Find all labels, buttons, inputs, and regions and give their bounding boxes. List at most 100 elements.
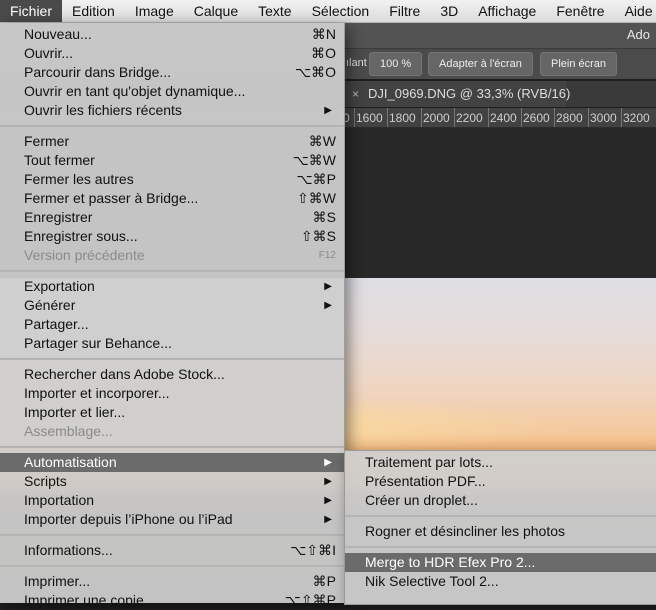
menu-item-label: Importer et lier... <box>24 404 126 420</box>
menu-item-importer-depuis-l-iphone-ou-l-ipad[interactable]: Importer depuis l’iPhone ou l’iPad ▶ <box>0 510 344 529</box>
menu-item-shortcut: ⌘N <box>311 26 336 42</box>
menu-item-partager-sur-behance[interactable]: Partager sur Behance... <box>0 334 344 353</box>
menu-item-fermer-les-autres[interactable]: Fermer les autres ⌥⌘P <box>0 170 344 189</box>
menu-item-label: Rogner et désincliner les photos <box>365 523 566 539</box>
menu-item-imprimer[interactable]: Imprimer... ⌘P <box>0 572 344 591</box>
menu-item-importer-et-lier[interactable]: Importer et lier... <box>0 403 344 422</box>
menu-item-label: Parcourir dans Bridge... <box>24 64 172 80</box>
menu-item-scripts[interactable]: Scripts ▶ <box>0 472 344 491</box>
document-tab-title: DJI_0969.DNG @ 33,3% (RVB/16) <box>368 86 571 101</box>
ruler-tick-line <box>421 108 422 127</box>
menubar-item-1[interactable]: Edition <box>62 0 125 22</box>
menu-item-informations[interactable]: Informations... ⌥⇧⌘I <box>0 541 344 560</box>
menu-item-g-n-rer[interactable]: Générer ▶ <box>0 296 344 315</box>
menu-separator <box>345 515 656 517</box>
menu-item-version-pr-c-dente: Version précédente F12 <box>0 246 344 265</box>
menubar-item-5[interactable]: Sélection <box>302 0 380 22</box>
menu-separator <box>0 125 344 127</box>
file-menu: Nouveau... ⌘N Ouvrir... ⌘O Parcourir dans Br… <box>0 23 345 608</box>
menu-item-partager[interactable]: Partager... <box>0 315 344 334</box>
submenu-item-cr-er-un-droplet[interactable]: Créer un droplet... <box>345 491 656 510</box>
menu-item-label: Automatisation <box>24 454 117 470</box>
menu-item-fermer[interactable]: Fermer ⌘W <box>0 132 344 151</box>
menu-item-label: Fermer <box>24 133 70 149</box>
menu-item-fermer-et-passer-bridge[interactable]: Fermer et passer à Bridge... ⇧⌘W <box>0 189 344 208</box>
menu-item-enregistrer[interactable]: Enregistrer ⌘S <box>0 208 344 227</box>
menu-item-label: Imprimer... <box>24 573 91 589</box>
menu-item-shortcut: ⌘P <box>312 573 336 589</box>
menu-separator <box>345 546 656 548</box>
menubar-item-3[interactable]: Calque <box>184 0 248 22</box>
submenu-arrow-icon: ▶ <box>324 105 332 116</box>
menu-item-label: Scripts <box>24 473 67 489</box>
submenu-arrow-icon: ▶ <box>324 514 332 525</box>
menu-separator <box>0 534 344 536</box>
submenu-item-merge-to-hdr-efex-pro-2[interactable]: Merge to HDR Efex Pro 2... <box>345 553 656 572</box>
zoom-field[interactable]: 100 % <box>369 52 423 76</box>
ruler-tick-label: 3000 <box>590 111 617 125</box>
menu-item-label: Partager... <box>24 316 89 332</box>
menu-item-shortcut: ⌥⇧⌘I <box>290 542 336 558</box>
submenu-arrow-icon: ▶ <box>324 300 332 311</box>
menu-item-shortcut: ⌘W <box>308 133 336 149</box>
menu-separator <box>0 358 344 360</box>
menu-item-assemblage: Assemblage... <box>0 422 344 441</box>
full-screen-button[interactable]: Plein écran <box>540 52 618 76</box>
submenu-item-traitement-par-lots[interactable]: Traitement par lots... <box>345 453 656 472</box>
submenu-item-rogner-et-d-sincliner-les-photos[interactable]: Rogner et désincliner les photos <box>345 522 656 541</box>
menu-item-label: Traitement par lots... <box>365 454 493 470</box>
menu-item-shortcut: ⇧⌘S <box>300 228 336 244</box>
automation-submenu: Traitement par lots... Présentation PDF..… <box>344 450 656 605</box>
menu-item-label: Créer un droplet... <box>365 492 478 508</box>
menu-item-label: Exportation <box>24 278 95 294</box>
menu-bar: Fichier Edition Image Calque Texte Sélection F… <box>0 0 656 23</box>
menu-item-label: Ouvrir en tant qu'objet dynamique... <box>24 83 246 99</box>
menu-item-label: Version précédente <box>24 247 145 263</box>
menubar-item-0[interactable]: Fichier <box>0 0 63 22</box>
menu-item-label: Présentation PDF... <box>365 473 486 489</box>
menu-item-ouvrir-en-tant-qu-objet-dynamique[interactable]: Ouvrir en tant qu'objet dynamique... <box>0 82 344 101</box>
ruler-tick-line <box>387 108 388 127</box>
menubar-item-6[interactable]: Filtre <box>379 0 430 22</box>
menu-item-exportation[interactable]: Exportation ▶ <box>0 277 344 296</box>
menu-item-shortcut: ⌥⌘W <box>292 152 336 168</box>
menu-item-ouvrir[interactable]: Ouvrir... ⌘O <box>0 44 344 63</box>
menubar-item-9[interactable]: Fenêtre <box>546 0 614 22</box>
ruler-tick-label: 2000 <box>423 111 450 125</box>
menu-item-enregistrer-sous[interactable]: Enregistrer sous... ⇧⌘S <box>0 227 344 246</box>
menubar-item-7[interactable]: 3D <box>430 0 468 22</box>
menu-item-label: Enregistrer sous... <box>24 228 138 244</box>
submenu-item-nik-selective-tool-2[interactable]: Nik Selective Tool 2... <box>345 572 656 591</box>
options-partial-label: ılant <box>346 57 367 69</box>
menu-item-label: Ouvrir les fichiers récents <box>24 102 182 118</box>
menubar-item-8[interactable]: Affichage <box>468 0 546 22</box>
ruler-tick-label: 2400 <box>490 111 517 125</box>
menu-separator <box>0 270 344 272</box>
ruler-tick-line <box>354 108 355 127</box>
close-icon[interactable]: × <box>352 81 359 107</box>
menu-item-label: Assemblage... <box>24 423 113 439</box>
menu-item-parcourir-dans-bridge[interactable]: Parcourir dans Bridge... ⌥⌘O <box>0 63 344 82</box>
ruler-tick-line <box>488 108 489 127</box>
menubar-item-4[interactable]: Texte <box>248 0 301 22</box>
menu-item-importation[interactable]: Importation ▶ <box>0 491 344 510</box>
menu-item-shortcut: ⌥⌘O <box>294 64 336 80</box>
menu-item-label: Informations... <box>24 542 113 558</box>
submenu-arrow-icon: ▶ <box>324 457 332 468</box>
menu-item-ouvrir-les-fichiers-r-cents[interactable]: Ouvrir les fichiers récents ▶ <box>0 101 344 120</box>
submenu-item-pr-sentation-pdf[interactable]: Présentation PDF... <box>345 472 656 491</box>
document-tab[interactable]: × DJI_0969.DNG @ 33,3% (RVB/16) <box>344 81 570 107</box>
menu-item-tout-fermer[interactable]: Tout fermer ⌥⌘W <box>0 151 344 170</box>
ruler-tick-line <box>588 108 589 127</box>
ruler-tick-line <box>521 108 522 127</box>
menu-item-importer-et-incorporer[interactable]: Importer et incorporer... <box>0 384 344 403</box>
menu-item-imprimer-une-copie[interactable]: Imprimer une copie ⌥⇧⌘P <box>0 591 344 610</box>
ruler-tick-label: 3200 <box>623 111 650 125</box>
menu-item-nouveau[interactable]: Nouveau... ⌘N <box>0 25 344 44</box>
menu-item-shortcut: ⌘S <box>312 209 336 225</box>
menubar-item-2[interactable]: Image <box>125 0 184 22</box>
menubar-item-10[interactable]: Aide <box>615 0 656 22</box>
menu-item-automatisation[interactable]: Automatisation ▶ <box>0 453 344 472</box>
fit-screen-button[interactable]: Adapter à l'écran <box>428 52 533 76</box>
menu-item-rechercher-dans-adobe-stock[interactable]: Rechercher dans Adobe Stock... <box>0 365 344 384</box>
